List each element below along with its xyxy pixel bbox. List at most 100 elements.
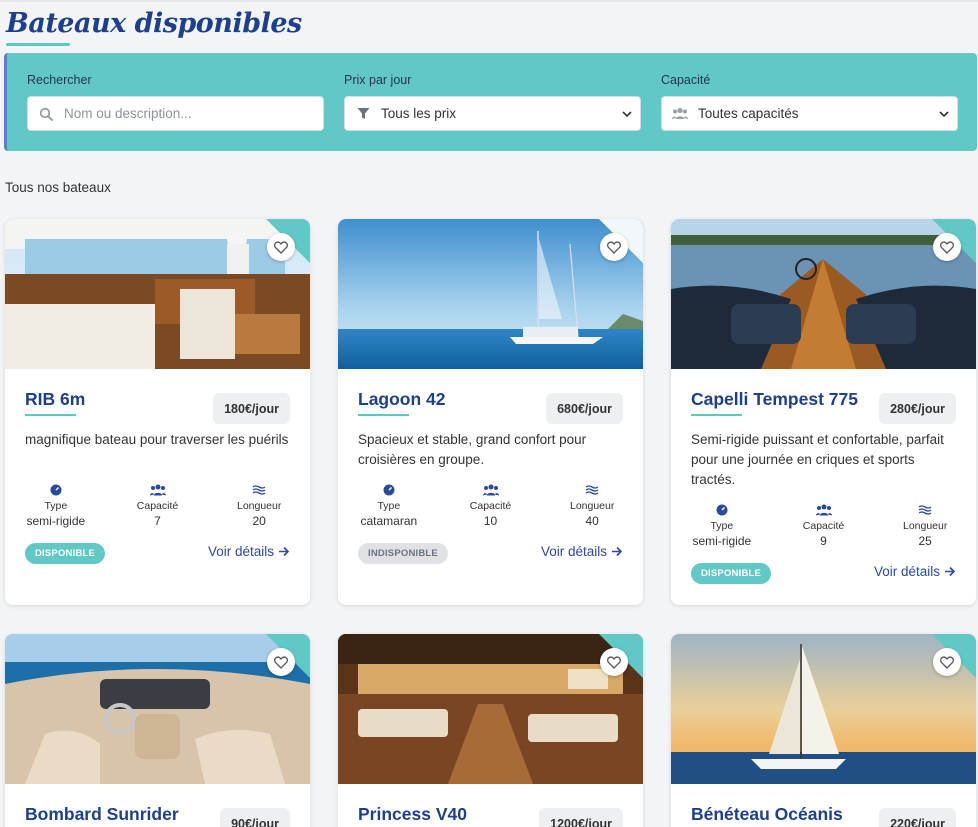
capacity-label: Capacité (661, 73, 711, 87)
spec-length: Longueur 40 (541, 482, 643, 528)
spec-label: Capacité (136, 500, 179, 512)
price-badge: 280€/jour (879, 393, 956, 424)
spec-label: Capacité (469, 500, 512, 512)
boat-card[interactable]: Bénéteau Océanis 220€/jour (671, 634, 976, 827)
heart-icon (274, 656, 288, 669)
price-badge: 180€/jour (213, 393, 290, 424)
favorite-button[interactable] (600, 233, 628, 261)
favorite-button[interactable] (933, 648, 961, 676)
gauge-icon (50, 484, 62, 496)
heart-icon (607, 241, 621, 254)
details-label: Voir détails (540, 544, 607, 559)
spec-length: Longueur 20 (208, 482, 310, 528)
boat-image (338, 219, 643, 369)
spec-capacity: Capacité 7 (107, 482, 209, 528)
boat-specs: Type semi-rigide Capacité 9 Longueur 25 (671, 502, 976, 548)
price-value: Tous les prix (381, 106, 457, 121)
price-select[interactable]: Tous les prix (344, 96, 641, 131)
price-filter: Prix par jour Tous les prix (344, 73, 641, 131)
gauge-icon (716, 504, 728, 516)
status-badge: DISPONIBLE (691, 563, 772, 584)
page-title: Bateaux disponibles (6, 8, 302, 39)
boat-image (5, 219, 310, 369)
name-underline (358, 414, 409, 416)
favorite-button[interactable] (267, 648, 295, 676)
spec-label: Type (44, 500, 68, 512)
spec-value: 7 (154, 514, 161, 528)
users-icon (149, 484, 166, 496)
boat-card[interactable]: RIB 6m 180€/jour magnifique bateau pour … (5, 219, 310, 605)
capacity-value: Toutes capacités (698, 106, 799, 121)
favorite-button[interactable] (600, 648, 628, 676)
boat-name: Lagoon 42 (358, 389, 446, 409)
users-icon (815, 504, 832, 516)
search-filter: Rechercher Nom ou description... (27, 73, 324, 131)
waves-icon (252, 485, 266, 495)
details-link[interactable]: Voir détails (541, 544, 623, 559)
waves-icon (918, 505, 932, 515)
spec-capacity: Capacité 9 (773, 502, 875, 548)
status-badge: DISPONIBLE (25, 543, 106, 564)
boat-card[interactable]: Lagoon 42 680€/jour Spacieux et stable, … (338, 219, 643, 605)
arrow-right-icon (612, 546, 623, 557)
spec-value: 9 (820, 534, 827, 548)
heart-icon (274, 241, 288, 254)
capacity-filter: Capacité Toutes capacités (661, 73, 958, 131)
price-badge: 90€/jour (220, 808, 290, 827)
spec-value: catamaran (360, 514, 418, 528)
favorite-button[interactable] (267, 233, 295, 261)
boat-image (338, 634, 643, 784)
boat-name: Bénéteau Océanis (691, 804, 843, 824)
users-icon (482, 484, 499, 496)
boat-description: Semi-rigide puissant et confortable, par… (691, 432, 944, 487)
filter-bar: Rechercher Nom ou description... Prix pa… (4, 53, 977, 151)
spec-value: semi-rigide (692, 534, 752, 548)
spec-label: Capacité (802, 520, 845, 532)
details-label: Voir détails (873, 564, 940, 579)
boat-name: Capelli Tempest 775 (691, 389, 858, 409)
chevron-down-icon (939, 111, 949, 118)
page: Bateaux disponibles Rechercher Nom ou de… (0, 0, 978, 827)
capacity-select[interactable]: Toutes capacités (661, 96, 958, 131)
users-icon (672, 106, 688, 122)
name-underline (25, 414, 76, 416)
boat-image (671, 219, 976, 369)
arrow-right-icon (279, 546, 290, 557)
waves-icon (585, 485, 599, 495)
spec-label: Type (710, 520, 734, 532)
boat-card[interactable]: Bombard Sunrider 90€/jour (5, 634, 310, 827)
chevron-down-icon (622, 111, 632, 118)
favorite-button[interactable] (933, 233, 961, 261)
boat-name: RIB 6m (25, 389, 86, 409)
price-badge: 1200€/jour (539, 808, 623, 827)
boat-card[interactable]: Capelli Tempest 775 280€/jour Semi-rigid… (671, 219, 976, 605)
spec-type: Type semi-rigide (5, 482, 107, 528)
price-badge: 680€/jour (546, 393, 623, 424)
spec-value: 40 (585, 514, 599, 528)
boat-card[interactable]: Princess V40 1200€/jour (338, 634, 643, 827)
boat-name: Bombard Sunrider (25, 804, 179, 824)
spec-value: 10 (483, 514, 498, 528)
top-divider (0, 0, 978, 2)
boat-description: Spacieux et stable, grand confort pour c… (358, 432, 587, 467)
heart-icon (940, 241, 954, 254)
details-label: Voir détails (207, 544, 274, 559)
spec-label: Longueur (902, 520, 948, 532)
search-input[interactable]: Nom ou description... (27, 96, 324, 131)
name-underline (691, 414, 742, 416)
boat-specs: Type semi-rigide Capacité 7 Longueur 20 (5, 482, 310, 528)
gauge-icon (383, 484, 395, 496)
details-link[interactable]: Voir détails (874, 564, 956, 579)
details-link[interactable]: Voir détails (208, 544, 290, 559)
title-underline (6, 43, 70, 46)
spec-type: Type semi-rigide (671, 502, 773, 548)
heart-icon (940, 656, 954, 669)
price-badge: 220€/jour (879, 808, 956, 827)
spec-label: Type (377, 500, 401, 512)
spec-value: 20 (252, 514, 266, 528)
spec-type: Type catamaran (338, 482, 440, 528)
spec-capacity: Capacité 10 (440, 482, 542, 528)
boat-image (5, 634, 310, 784)
spec-label: Longueur (236, 500, 282, 512)
boat-specs: Type catamaran Capacité 10 Longueur 40 (338, 482, 643, 528)
